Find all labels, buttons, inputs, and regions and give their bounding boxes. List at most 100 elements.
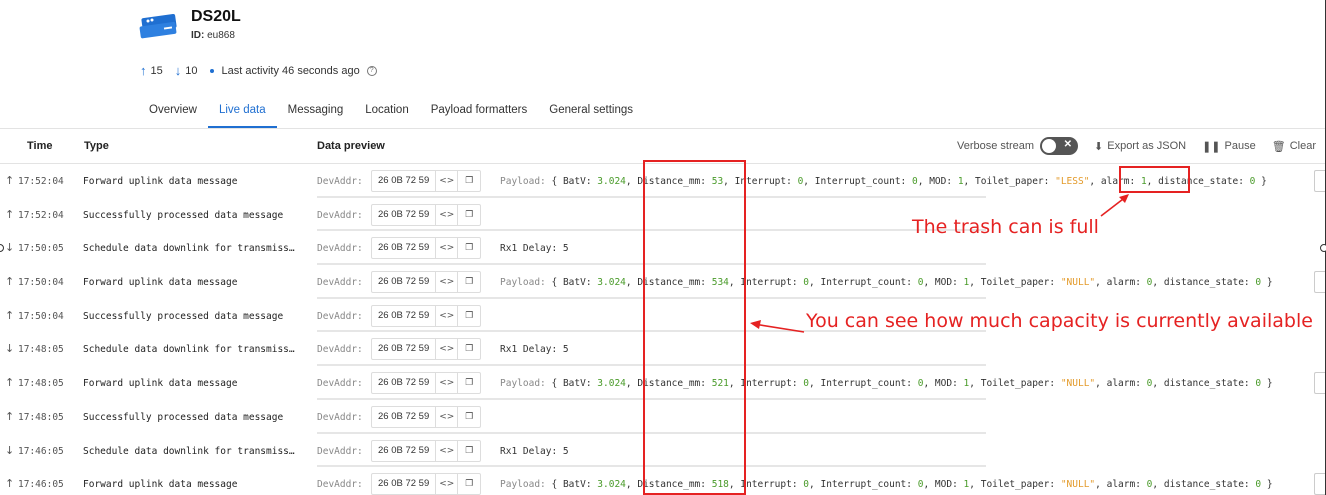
arrow-up-icon: ↑ [5, 477, 15, 491]
column-header-time[interactable]: Time [27, 140, 52, 152]
event-time: 17:50:04 [18, 277, 64, 289]
help-icon[interactable]: ? [366, 65, 377, 76]
event-type: Successfully processed data message [83, 209, 284, 221]
payload-batv: 3.024 [597, 176, 626, 187]
tab-messaging[interactable]: Messaging [277, 98, 355, 128]
event-type: Forward uplink data message [83, 277, 238, 289]
column-header-type[interactable]: Type [84, 140, 109, 152]
code-toggle-icon[interactable]: <> [436, 238, 459, 259]
payload-interrupt-count: 0 [917, 479, 924, 491]
device-id-value: eu868 [207, 30, 235, 41]
devaddr-value: 26 0B 72 59 [372, 339, 437, 360]
copy-icon[interactable]: ❐ [458, 238, 480, 258]
event-time: 17:46:05 [18, 445, 64, 457]
payload-interrupt-count: 0 [917, 378, 924, 390]
devaddr-box: 26 0B 72 59 <> ❐ [371, 203, 482, 226]
devaddr-value: 26 0B 72 59 [372, 204, 437, 225]
close-icon: ✕ [1063, 139, 1073, 150]
payload-mod: 1 [963, 378, 970, 390]
devaddr-label: DevAddr: [317, 176, 363, 187]
event-type: Schedule data downlink for transmiss… [83, 344, 295, 356]
payload-alarm: 0 [1146, 277, 1153, 289]
devaddr-value: 26 0B 72 59 [372, 171, 437, 191]
tab-location[interactable]: Location [354, 98, 419, 128]
copy-icon[interactable]: ❐ [458, 205, 480, 225]
event-time: 17:48:05 [18, 411, 64, 423]
code-toggle-icon[interactable]: <> [436, 171, 459, 191]
clear-button[interactable]: 🗑 Clear [1272, 140, 1316, 153]
payload-interrupt: 0 [803, 479, 810, 491]
tab-bar: Overview Live data Messaging Location Pa… [138, 98, 644, 128]
devaddr-label: DevAddr: [317, 378, 363, 390]
copy-icon[interactable]: ❐ [458, 373, 480, 393]
export-json-button[interactable]: ⬇ Export as JSON [1094, 140, 1186, 153]
tab-overview[interactable]: Overview [138, 98, 208, 128]
arrow-down-icon: ↓ [174, 63, 182, 78]
device-id-label: ID: [191, 30, 205, 41]
devaddr-box: 26 0B 72 59 <> ❐ [371, 237, 482, 260]
payload-toilet-paper: "LESS" [1055, 176, 1090, 187]
code-toggle-icon[interactable]: <> [436, 339, 459, 360]
devaddr-box: 26 0B 72 59 <> ❐ [371, 439, 482, 462]
copy-icon[interactable]: ❐ [458, 407, 480, 427]
devaddr-label: DevAddr: [317, 411, 363, 423]
devaddr-box: 26 0B 72 59 <> ❐ [371, 170, 482, 192]
copy-icon[interactable]: ❐ [458, 306, 480, 326]
payload-distance-state: 0 [1249, 176, 1256, 187]
devaddr-value: 26 0B 72 59 [372, 272, 437, 293]
event-type: Successfully processed data message [83, 310, 284, 322]
copy-icon[interactable]: ❐ [458, 441, 480, 461]
payload-toilet-paper: "NULL" [1060, 479, 1096, 491]
payload-mod: 1 [963, 277, 970, 289]
payload-alarm: 0 [1146, 479, 1153, 491]
code-toggle-icon[interactable]: <> [436, 474, 459, 495]
code-toggle-icon[interactable]: <> [436, 305, 459, 326]
devaddr-value: 26 0B 72 59 [372, 373, 437, 394]
devaddr-box: 26 0B 72 59 <> ❐ [371, 405, 482, 428]
payload-preview: Payload: { BatV: 3.024, Distance_mm: 518… [500, 479, 1273, 491]
pause-icon: ❚❚ [1202, 140, 1221, 153]
annotation-distance-box [643, 160, 746, 495]
tabs-divider [0, 128, 1326, 129]
payload-alarm: 0 [1146, 378, 1153, 390]
clear-label: Clear [1289, 140, 1316, 152]
devaddr-value: 26 0B 72 59 [372, 238, 437, 259]
tab-payload-formatters[interactable]: Payload formatters [420, 98, 539, 128]
tab-live-data[interactable]: Live data [207, 98, 277, 128]
code-toggle-icon[interactable]: <> [436, 272, 459, 293]
code-toggle-icon[interactable]: <> [436, 204, 459, 225]
event-time: 17:46:05 [18, 479, 64, 491]
event-time: 17:48:05 [18, 378, 64, 390]
code-toggle-icon[interactable]: <> [436, 440, 459, 461]
tab-general-settings[interactable]: General settings [538, 98, 644, 128]
copy-icon[interactable]: ❐ [458, 171, 480, 191]
download-icon: ⬇ [1094, 140, 1104, 153]
toggle-knob [1042, 139, 1057, 153]
pause-button[interactable]: ❚❚ Pause [1202, 140, 1256, 153]
copy-icon[interactable]: ❐ [458, 339, 480, 359]
payload-interrupt: 0 [797, 176, 804, 187]
payload-batv: 3.024 [597, 378, 626, 390]
payload-interrupt-count: 0 [917, 277, 924, 289]
event-type: Forward uplink data message [83, 176, 238, 187]
devaddr-label: DevAddr: [317, 209, 363, 221]
copy-icon[interactable]: ❐ [458, 474, 480, 494]
payload-batv: 3.024 [597, 479, 626, 491]
payload-toilet-paper: "NULL" [1060, 378, 1096, 390]
device-icon [138, 10, 180, 40]
arrow-up-icon: ↑ [5, 308, 15, 322]
devaddr-box: 26 0B 72 59 <> ❐ [371, 372, 482, 395]
payload-preview: Payload: { BatV: 3.024, Distance_mm: 534… [500, 277, 1273, 289]
devaddr-label: DevAddr: [317, 277, 363, 289]
annotation-full-text: The trash can is full [912, 216, 1099, 238]
payload-interrupt-count: 0 [912, 176, 918, 187]
code-toggle-icon[interactable]: <> [436, 406, 459, 427]
copy-icon[interactable]: ❐ [458, 272, 480, 292]
devaddr-box: 26 0B 72 59 <> ❐ [371, 271, 482, 294]
verbose-stream-toggle[interactable]: ✕ [1040, 137, 1079, 155]
devaddr-label: DevAddr: [317, 310, 363, 322]
device-name: DS20L [191, 8, 241, 25]
arrow-down-icon: ↓ [5, 443, 15, 457]
last-activity: Last activity 46 seconds ago [221, 64, 360, 77]
code-toggle-icon[interactable]: <> [436, 373, 459, 394]
